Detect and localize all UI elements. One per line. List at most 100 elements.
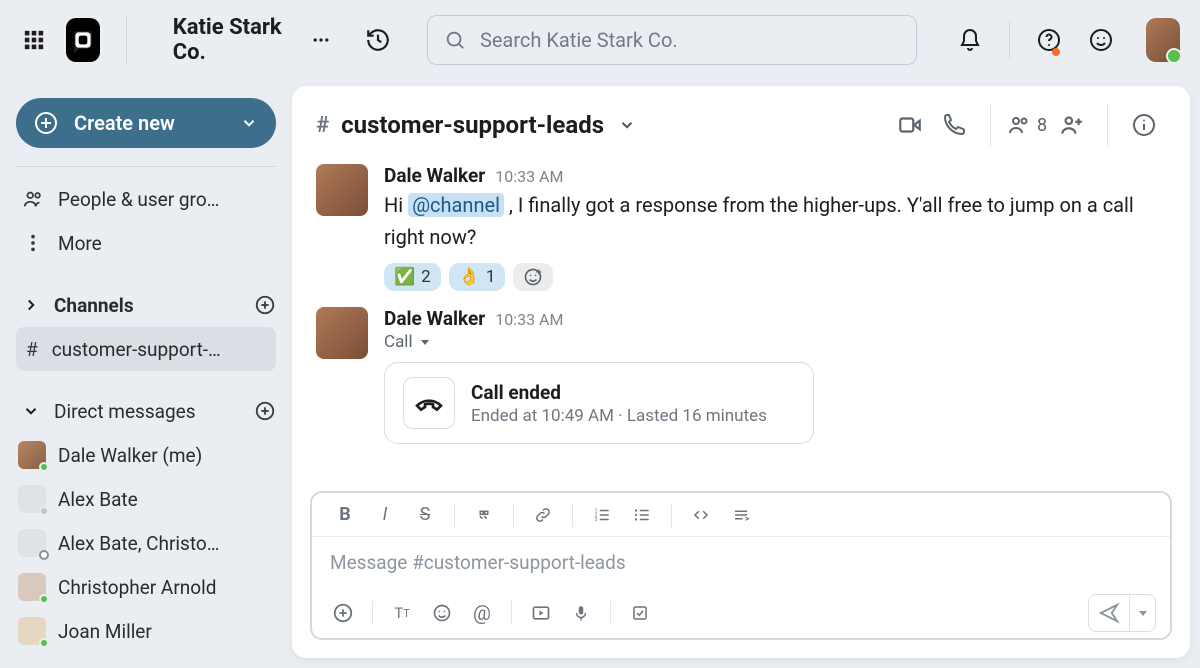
- emoji: ✅: [394, 267, 415, 287]
- workspace-name[interactable]: Katie Stark Co.: [173, 15, 287, 65]
- message-subtype[interactable]: Call: [384, 332, 1166, 352]
- dm-item[interactable]: Christopher Arnold: [16, 565, 276, 609]
- strike-button[interactable]: S: [408, 498, 442, 532]
- code-button[interactable]: [684, 498, 718, 532]
- count: 1: [486, 267, 496, 287]
- reaction[interactable]: ✅ 2: [384, 263, 441, 291]
- avatar: [18, 485, 46, 513]
- sidebar-channels-section[interactable]: Channels: [16, 283, 276, 327]
- top-bar: Katie Stark Co.: [0, 0, 1200, 80]
- sidebar-channel-customer-support[interactable]: # customer-support-…: [16, 327, 276, 371]
- help-icon[interactable]: [1032, 18, 1066, 62]
- sidebar-more[interactable]: More: [16, 221, 276, 265]
- label: Direct messages: [54, 400, 196, 423]
- count: 8: [1037, 115, 1047, 136]
- label: Channels: [54, 294, 134, 317]
- list-ordered-button[interactable]: 123: [585, 498, 619, 532]
- avatar: [18, 441, 46, 469]
- people-icon: [22, 188, 44, 210]
- dm-item[interactable]: Alex Bate: [16, 477, 276, 521]
- mic-button[interactable]: [564, 596, 598, 630]
- add-channel-button[interactable]: [254, 294, 276, 316]
- message-time: 10:33 AM: [495, 310, 563, 329]
- channel-header: # customer-support-leads 8: [292, 86, 1190, 164]
- dm-item[interactable]: Alex Bate, Christo…: [16, 521, 276, 565]
- avatar[interactable]: [316, 307, 368, 359]
- channel-title[interactable]: customer-support-leads: [341, 111, 604, 139]
- emoji-status-icon[interactable]: [1084, 18, 1118, 62]
- avatar: [18, 617, 46, 645]
- chevron-down-icon: [22, 402, 40, 420]
- message-author[interactable]: Dale Walker: [384, 307, 485, 330]
- label: customer-support-…: [52, 338, 221, 361]
- user-avatar[interactable]: [1146, 18, 1180, 62]
- message-text: Hi @channel , I finally got a response f…: [384, 189, 1166, 253]
- history-icon[interactable]: [361, 18, 395, 62]
- avatar[interactable]: [316, 164, 368, 216]
- label: Alex Bate: [58, 488, 138, 511]
- list-bullet-button[interactable]: [625, 498, 659, 532]
- composer-input[interactable]: Message #customer-support-leads: [312, 537, 1170, 588]
- avatar: [18, 529, 46, 557]
- message-author[interactable]: Dale Walker: [384, 164, 485, 187]
- sidebar-dm-section[interactable]: Direct messages: [16, 389, 276, 433]
- gif-button[interactable]: [524, 596, 558, 630]
- call-title: Call ended: [471, 381, 767, 404]
- chevron-right-icon: [22, 296, 40, 314]
- call-card: Call ended Ended at 10:49 AM · Lasted 16…: [384, 362, 814, 444]
- send-button[interactable]: [1089, 595, 1129, 631]
- add-reaction-button[interactable]: [513, 263, 553, 291]
- call-detail: Ended at 10:49 AM · Lasted 16 minutes: [471, 406, 767, 426]
- sidebar: Create new People & user gro… More Chann…: [0, 80, 292, 668]
- chevron-down-icon[interactable]: [618, 116, 636, 134]
- reaction[interactable]: 👌 1: [449, 263, 506, 291]
- member-count[interactable]: 8: [1005, 103, 1049, 147]
- label: Alex Bate, Christo…: [58, 532, 219, 555]
- text-format-toggle[interactable]: TT: [385, 596, 419, 630]
- reactions: ✅ 2 👌 1: [384, 263, 1166, 291]
- emoji-picker-button[interactable]: [425, 596, 459, 630]
- call-ended-icon: [403, 377, 455, 429]
- composer-placeholder: Message #customer-support-leads: [330, 551, 626, 574]
- link-button[interactable]: [526, 498, 560, 532]
- label: Joan Miller: [58, 620, 152, 643]
- bold-button[interactable]: B: [328, 498, 362, 532]
- label: Christopher Arnold: [58, 576, 216, 599]
- workspace-menu-icon[interactable]: [307, 22, 335, 58]
- dm-item[interactable]: Dale Walker (me): [16, 433, 276, 477]
- create-new-button[interactable]: Create new: [16, 98, 276, 148]
- sidebar-people[interactable]: People & user gro…: [16, 177, 276, 221]
- workspace-logo-icon[interactable]: [66, 18, 100, 62]
- phone-call-icon[interactable]: [932, 103, 976, 147]
- quote-button[interactable]: [467, 498, 501, 532]
- composer: B I S 123: [310, 491, 1172, 640]
- dm-item[interactable]: Joan Miller: [16, 609, 276, 653]
- hash-icon: #: [316, 113, 329, 138]
- mention-button[interactable]: @: [465, 596, 499, 630]
- hash-icon: #: [26, 338, 38, 361]
- svg-text:3: 3: [595, 517, 598, 523]
- format-toolbar: B I S 123: [312, 493, 1170, 537]
- attach-button[interactable]: [326, 596, 360, 630]
- message-time: 10:33 AM: [495, 167, 563, 186]
- emoji: 👌: [459, 267, 480, 287]
- video-call-icon[interactable]: [888, 103, 932, 147]
- search-icon: [444, 29, 466, 51]
- label: People & user gro…: [58, 188, 219, 211]
- channel-info-icon[interactable]: [1122, 103, 1166, 147]
- notifications-icon[interactable]: [953, 18, 987, 62]
- add-member-icon[interactable]: [1049, 103, 1093, 147]
- send-options-button[interactable]: [1129, 595, 1155, 631]
- search-box[interactable]: [427, 15, 917, 65]
- mention[interactable]: @channel: [408, 193, 504, 217]
- apps-grid-icon[interactable]: [20, 22, 48, 58]
- count: 2: [421, 267, 431, 287]
- chevron-down-icon: [240, 114, 258, 132]
- messages-list: Dale Walker 10:33 AM Hi @channel , I fin…: [292, 164, 1190, 491]
- shortcut-button[interactable]: [623, 596, 657, 630]
- italic-button[interactable]: I: [368, 498, 402, 532]
- add-dm-button[interactable]: [254, 400, 276, 422]
- main-content: # customer-support-leads 8: [292, 86, 1190, 658]
- codeblock-button[interactable]: [724, 498, 758, 532]
- search-input[interactable]: [480, 28, 900, 52]
